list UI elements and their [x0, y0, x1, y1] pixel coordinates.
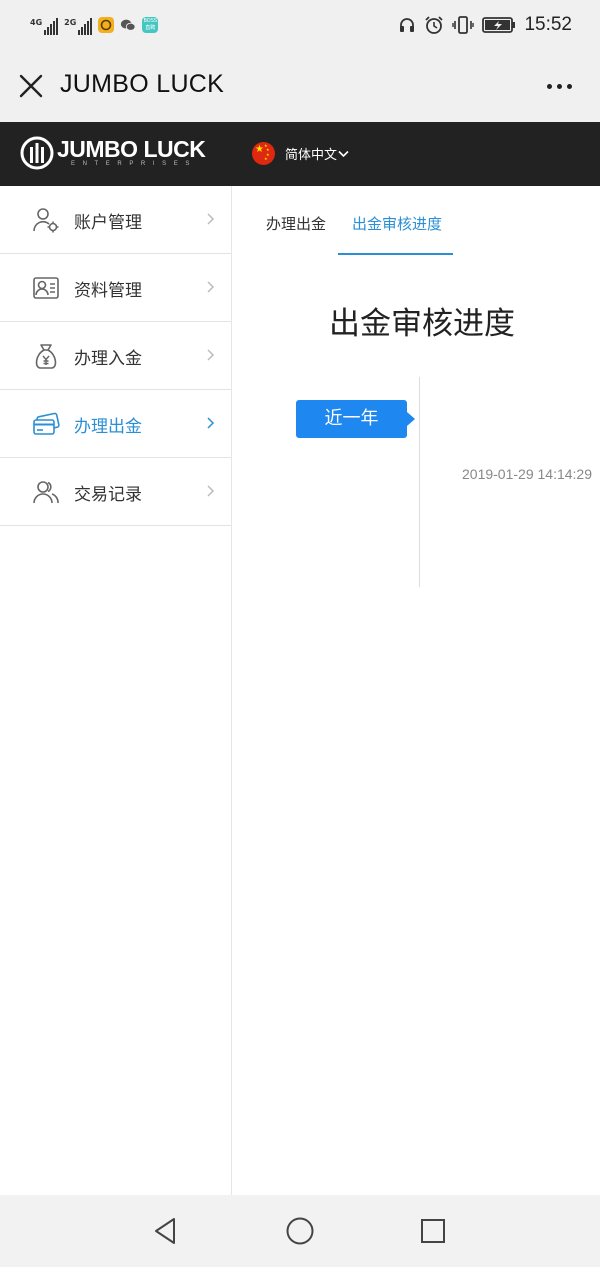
sidebar-item-deposit[interactable]: 办理入金: [0, 322, 231, 390]
user-settings-icon: [33, 208, 59, 233]
users-icon: [33, 481, 59, 504]
sidebar: 账户管理 资料管理 办理入金 办理出金 交易记录: [0, 186, 232, 1195]
more-options-icon[interactable]: [547, 84, 572, 89]
language-label: 简体中文: [285, 148, 338, 163]
timeline-line: [419, 377, 420, 587]
tab-withdrawal-review-progress[interactable]: 出金审核进度: [352, 213, 442, 234]
signal-sim2-icon: 2G: [64, 15, 93, 35]
clock-time: 15:52: [524, 14, 572, 35]
sidebar-item-label: 资料管理: [74, 281, 142, 301]
bank-card-icon: [33, 412, 60, 435]
page-heading: 出金审核进度: [329, 306, 515, 342]
jumbo-luck-logo[interactable]: JUMBO LUCK ENTERPRISES: [20, 135, 206, 170]
chevron-right-icon: [207, 349, 215, 361]
tab-withdrawal[interactable]: 办理出金: [266, 213, 326, 234]
money-bag-icon: [35, 344, 57, 369]
boss-app-badge-text: BOSS: [143, 18, 158, 24]
sidebar-item-account-management[interactable]: 账户管理: [0, 186, 231, 254]
logo-sub-text: ENTERPRISES: [71, 160, 197, 167]
chevron-right-icon: [207, 485, 215, 497]
headphones-icon: [400, 18, 415, 32]
app-notification-icon: [98, 17, 115, 33]
alarm-icon: [425, 16, 444, 34]
logo-mark-icon: [20, 136, 54, 170]
sidebar-item-transaction-records[interactable]: 交易记录: [0, 458, 231, 526]
period-filter-badge[interactable]: 近一年: [296, 400, 407, 438]
vibrate-icon: [452, 16, 475, 34]
back-icon[interactable]: [150, 1215, 182, 1247]
logo-main-text: JUMBO LUCK: [57, 135, 206, 162]
boss-app-icon: BOSS 直聘: [142, 17, 159, 33]
site-header: JUMBO LUCK ENTERPRISES ★ ★ ★ ★ ★ 简体中文: [0, 122, 600, 186]
status-bar: 4G 2G BOSS 直聘 15:52: [0, 0, 600, 50]
tab-bar: 办理出金 出金审核进度: [232, 186, 600, 256]
sidebar-item-label: 办理入金: [74, 349, 142, 369]
signal-sim1-icon: 4G: [30, 15, 59, 35]
recent-apps-icon[interactable]: [417, 1215, 449, 1247]
sidebar-item-label: 交易记录: [74, 485, 142, 505]
boss-app-badge-text: 直聘: [145, 25, 156, 31]
network-type-sim2: 2G: [64, 18, 77, 27]
webview-title-bar: JUMBO LUCK: [0, 50, 600, 122]
chevron-right-icon: [207, 213, 215, 225]
battery-charging-icon: [482, 17, 516, 33]
sidebar-item-profile-management[interactable]: 资料管理: [0, 254, 231, 322]
sidebar-item-withdrawal[interactable]: 办理出金: [0, 390, 231, 458]
language-selector[interactable]: ★ ★ ★ ★ ★ 简体中文: [252, 142, 349, 165]
record-timestamp: 2019-01-29 14:14:29: [462, 466, 592, 482]
close-icon[interactable]: [18, 73, 44, 99]
chevron-right-icon: [207, 281, 215, 293]
chevron-down-icon: [338, 150, 349, 157]
chevron-right-icon: [207, 417, 215, 429]
period-badge-pointer: [407, 412, 415, 426]
home-icon[interactable]: [284, 1215, 316, 1247]
wechat-icon: [120, 17, 136, 33]
active-tab-indicator: [338, 253, 453, 255]
china-flag-icon: ★ ★ ★ ★ ★: [252, 142, 275, 165]
sidebar-item-label: 账户管理: [74, 213, 142, 233]
system-navigation-bar: [0, 1195, 600, 1267]
id-card-icon: [33, 277, 59, 299]
sidebar-item-label: 办理出金: [74, 417, 142, 437]
network-type-sim1: 4G: [30, 18, 43, 27]
page-title: JUMBO LUCK: [60, 70, 225, 98]
